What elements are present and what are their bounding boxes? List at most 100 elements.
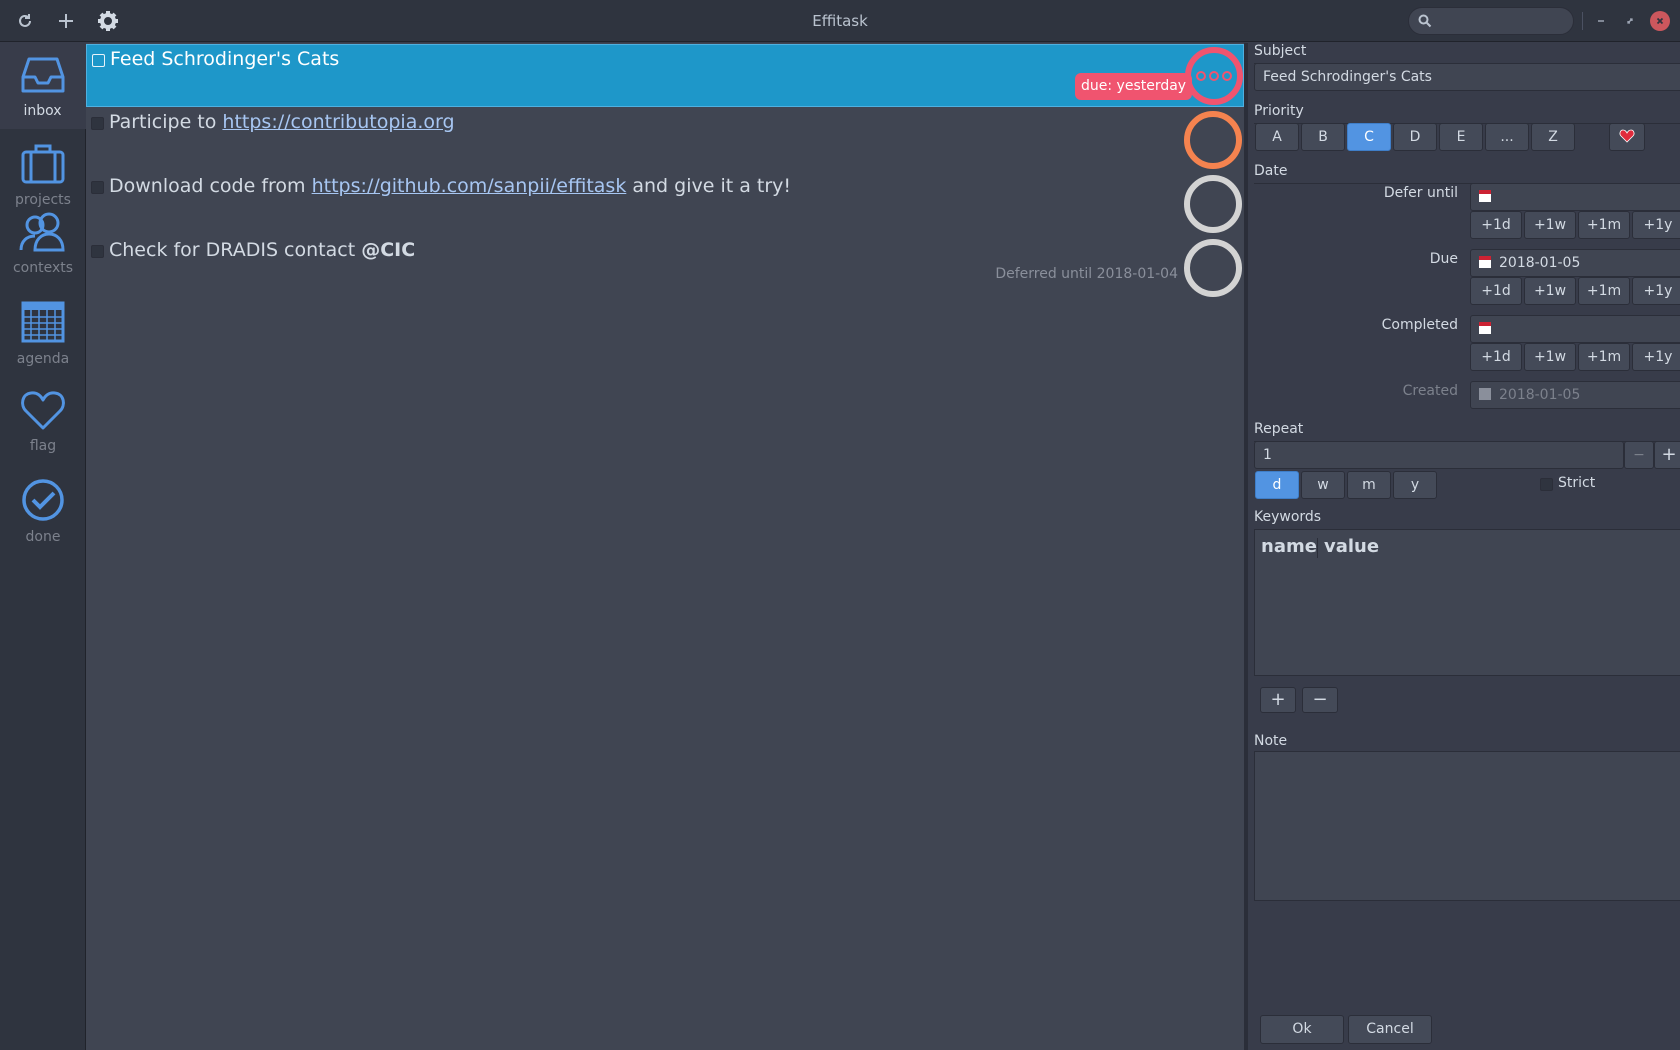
priority-e-button[interactable]: E: [1439, 123, 1483, 151]
task-row[interactable]: Check for DRADIS contact @CIC Deferred u…: [86, 236, 1244, 300]
subject-input[interactable]: Feed Schrodinger's Cats: [1254, 63, 1680, 91]
completed-plus-1m-button[interactable]: +1m: [1578, 343, 1630, 371]
calendar-icon: [1479, 388, 1491, 400]
defer-label: Defer until: [1383, 185, 1458, 201]
strict-checkbox[interactable]: [1540, 478, 1553, 491]
task-checkbox[interactable]: [91, 245, 104, 258]
repeat-count-input[interactable]: 1: [1254, 441, 1624, 469]
search-icon: [1418, 14, 1432, 28]
defer-plus-1w-button[interactable]: +1w: [1524, 211, 1576, 239]
due-badge: due: yesterday: [1075, 73, 1193, 100]
search-input[interactable]: [1408, 7, 1574, 35]
defer-date-input[interactable]: [1470, 183, 1680, 211]
sidebar-item-label: flag: [29, 438, 57, 454]
task-text: Participe to https://contributopia.org: [109, 111, 455, 133]
remove-keyword-button[interactable]: −: [1302, 687, 1338, 713]
kw-value-header[interactable]: value: [1324, 536, 1379, 557]
sidebar-item-agenda[interactable]: agenda: [0, 289, 86, 375]
priority-c-button[interactable]: C: [1347, 123, 1391, 151]
repeat-unit-year-button[interactable]: y: [1393, 471, 1437, 499]
task-ring-orange[interactable]: [1184, 111, 1242, 169]
defer-plus-1d-button[interactable]: +1d: [1470, 211, 1522, 239]
task-checkbox[interactable]: [91, 181, 104, 194]
keywords-table[interactable]: name value: [1254, 529, 1680, 676]
repeat-decrement-button[interactable]: −: [1624, 441, 1654, 469]
sidebar-item-inbox[interactable]: inbox: [0, 43, 86, 129]
task-text: Download code from https://github.com/sa…: [109, 175, 792, 197]
task-text: Feed Schrodinger's Cats: [110, 48, 340, 70]
gear-icon: [98, 11, 118, 31]
sidebar-item-label: contexts: [12, 260, 74, 276]
cancel-button[interactable]: Cancel: [1348, 1015, 1432, 1044]
task-row[interactable]: Feed Schrodinger's Cats due: yesterday: [86, 44, 1244, 107]
detail-panel: Subject Feed Schrodinger's Cats Priority…: [1244, 43, 1680, 1050]
subject-label: Subject: [1254, 43, 1307, 59]
sidebar-item-label: agenda: [16, 351, 70, 367]
add-task-button[interactable]: [51, 6, 81, 36]
task-ring-red[interactable]: [1185, 47, 1243, 105]
priority-z-button[interactable]: Z: [1531, 123, 1575, 151]
defer-plus-1m-button[interactable]: +1m: [1578, 211, 1630, 239]
repeat-unit-month-button[interactable]: m: [1347, 471, 1391, 499]
minimize-icon: [1598, 20, 1604, 22]
priority-d-button[interactable]: D: [1393, 123, 1437, 151]
more-dots-icon: [1196, 71, 1232, 81]
sidebar-item-label: inbox: [23, 103, 62, 119]
completed-plus-1d-button[interactable]: +1d: [1470, 343, 1522, 371]
briefcase-icon: [21, 144, 65, 184]
flag-toggle-button[interactable]: [1609, 123, 1645, 151]
completed-plus-1y-button[interactable]: +1y: [1632, 343, 1680, 371]
task-row[interactable]: Participe to https://contributopia.org: [86, 108, 1244, 172]
due-plus-1y-button[interactable]: +1y: [1632, 277, 1680, 305]
task-link[interactable]: https://github.com/sanpii/effitask: [312, 175, 627, 197]
heart-icon: [1619, 129, 1635, 143]
task-ring-grey[interactable]: [1184, 239, 1242, 297]
completed-label: Completed: [1381, 317, 1458, 333]
priority-a-button[interactable]: A: [1255, 123, 1299, 151]
heart-icon: [21, 391, 65, 430]
due-plus-1m-button[interactable]: +1m: [1578, 277, 1630, 305]
priority-more-button[interactable]: ...: [1485, 123, 1529, 151]
created-label: Created: [1402, 383, 1458, 399]
task-checkbox[interactable]: [91, 117, 104, 130]
repeat-label: Repeat: [1254, 421, 1304, 437]
repeat-unit-day-button[interactable]: d: [1255, 471, 1299, 499]
close-button[interactable]: [1650, 11, 1670, 31]
ok-button[interactable]: Ok: [1260, 1015, 1344, 1044]
due-plus-1w-button[interactable]: +1w: [1524, 277, 1576, 305]
refresh-button[interactable]: [10, 6, 40, 36]
due-date-input[interactable]: 2018-01-05: [1470, 249, 1680, 277]
check-circle-icon: [22, 479, 64, 521]
minimize-button[interactable]: [1591, 11, 1611, 31]
kw-name-header[interactable]: name: [1261, 536, 1317, 557]
maximize-button[interactable]: [1620, 11, 1640, 31]
due-plus-1d-button[interactable]: +1d: [1470, 277, 1522, 305]
add-keyword-button[interactable]: +: [1260, 687, 1296, 713]
header-separator: [1582, 12, 1583, 30]
add-icon: [59, 14, 73, 28]
task-checkbox[interactable]: [92, 54, 105, 67]
header-bar: Effitask: [0, 0, 1680, 42]
note-textarea[interactable]: [1254, 751, 1680, 901]
task-row[interactable]: Download code from https://github.com/sa…: [86, 172, 1244, 236]
task-text: Check for DRADIS contact @CIC: [109, 239, 416, 261]
priority-b-button[interactable]: B: [1301, 123, 1345, 151]
completed-date-input[interactable]: [1470, 315, 1680, 343]
defer-plus-1y-button[interactable]: +1y: [1632, 211, 1680, 239]
inbox-icon: [21, 57, 64, 93]
sidebar-item-done[interactable]: done: [0, 467, 86, 553]
settings-button[interactable]: [93, 6, 123, 36]
task-ring-grey[interactable]: [1184, 175, 1242, 233]
completed-plus-1w-button[interactable]: +1w: [1524, 343, 1576, 371]
sidebar-item-contexts[interactable]: contexts: [0, 200, 86, 286]
sidebar-item-flag[interactable]: flag: [0, 378, 86, 464]
calendar-icon: [21, 301, 65, 343]
repeat-increment-button[interactable]: +: [1654, 441, 1680, 469]
close-icon: [1656, 17, 1664, 25]
priority-label: Priority: [1254, 103, 1304, 119]
task-link[interactable]: https://contributopia.org: [222, 111, 454, 133]
calendar-icon: [1479, 322, 1491, 334]
maximize-icon: [1627, 18, 1633, 24]
repeat-unit-week-button[interactable]: w: [1301, 471, 1345, 499]
task-list: Feed Schrodinger's Cats due: yesterday P…: [86, 43, 1244, 1050]
